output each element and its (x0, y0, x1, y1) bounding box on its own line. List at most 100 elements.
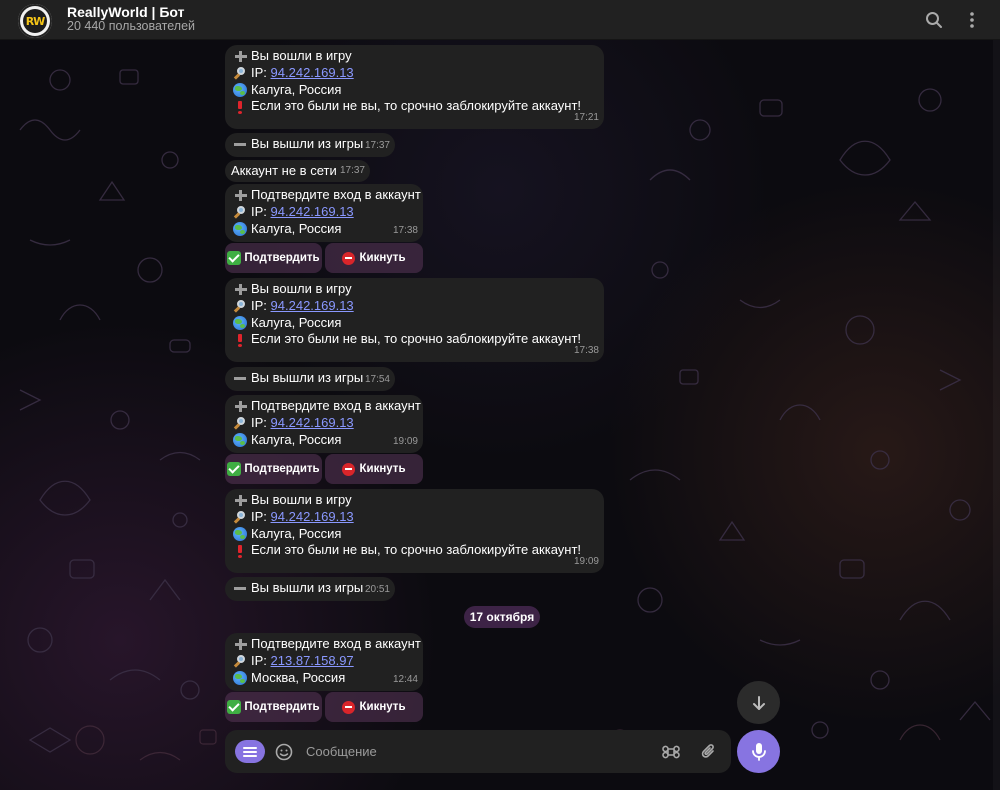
voice-record-button[interactable] (737, 730, 780, 773)
message-bubble[interactable]: Вы вошли в игру IP: 94.242.169.13 Калуга… (225, 278, 604, 362)
command-icon[interactable] (660, 741, 682, 763)
message-time: 17:37 (339, 165, 365, 177)
message-time: 20:51 (364, 584, 390, 596)
confirm-button[interactable]: Подтвердить (225, 454, 322, 484)
message-bubble[interactable]: Вы вошли в игру IP: 94.242.169.13 Калуга… (225, 489, 604, 573)
inline-keyboard: Подтвердить Кикнуть (225, 692, 423, 722)
magnifier-icon (233, 510, 247, 524)
message-bubble[interactable]: Вы вышли из игры 17:54 (225, 367, 395, 391)
kick-button[interactable]: Кикнуть (325, 454, 423, 484)
message-text: Вы вышли из игры (251, 580, 364, 596)
warning-text: Если это были не вы, то срочно заблокиру… (251, 542, 582, 558)
paperclip-icon[interactable] (698, 741, 720, 763)
more-vertical-icon[interactable] (961, 9, 983, 31)
exclamation-icon (233, 544, 247, 558)
avatar-text: RW (25, 14, 46, 28)
chat-header[interactable]: RW ReallyWorld | Бот 20 440 пользователе… (0, 0, 1000, 40)
check-icon (227, 700, 242, 714)
message-line: Вы вошли в игру (251, 48, 352, 64)
ip-label: IP: (251, 508, 267, 524)
globe-icon (233, 670, 247, 685)
globe-icon (233, 526, 247, 541)
message-time: 12:44 (392, 674, 418, 686)
avatar[interactable]: RW (18, 4, 52, 38)
confirm-label: Подтвердить (244, 701, 320, 713)
ip-label: IP: (251, 652, 267, 668)
message-bubble[interactable]: Вы вышли из игры 20:51 (225, 577, 395, 601)
message-bubble[interactable]: Подтвердите вход в аккаунт IP: 94.242.16… (225, 184, 423, 242)
message-bubble[interactable]: Вы вышли из игры 17:37 (225, 133, 395, 157)
message-time: 17:38 (392, 225, 418, 237)
message-text: Аккаунт не в сети (231, 163, 337, 179)
kick-button[interactable]: Кикнуть (325, 692, 423, 722)
message-time: 17:21 (573, 112, 599, 124)
message-line: Подтвердите вход в аккаунт (251, 636, 421, 652)
message-composer[interactable]: Сообщение (225, 730, 731, 773)
chat-background (0, 40, 1000, 790)
warning-text: Если это были не вы, то срочно заблокиру… (251, 331, 582, 347)
chat-title[interactable]: ReallyWorld | Бот (67, 4, 184, 20)
ip-label: IP: (251, 203, 267, 219)
message-bubble[interactable]: Подтвердите вход в аккаунт IP: 213.87.15… (225, 633, 423, 691)
ip-link[interactable]: 94.242.169.13 (271, 298, 354, 315)
globe-icon (233, 432, 247, 447)
scroll-down-button[interactable] (737, 681, 780, 724)
scrollbar[interactable] (993, 40, 1000, 790)
location-text: Калуга, Россия (251, 525, 342, 541)
message-time: 17:37 (364, 140, 390, 152)
kick-button[interactable]: Кикнуть (325, 243, 423, 273)
exclamation-icon (233, 333, 247, 347)
warning-text: Если это были не вы, то срочно заблокиру… (251, 98, 582, 114)
ip-link[interactable]: 94.242.169.13 (271, 415, 354, 432)
location-text: Калуга, Россия (251, 81, 342, 97)
kick-label: Кикнуть (359, 463, 406, 475)
ip-label: IP: (251, 64, 267, 80)
no-entry-icon (342, 462, 356, 476)
message-input[interactable]: Сообщение (306, 744, 377, 759)
message-bubble[interactable]: Аккаунт не в сети 17:37 (225, 160, 370, 182)
globe-icon (233, 82, 247, 97)
confirm-button[interactable]: Подтвердить (225, 243, 322, 273)
ip-label: IP: (251, 297, 267, 313)
date-separator[interactable]: 17 октября (464, 606, 540, 628)
no-entry-icon (342, 251, 356, 265)
message-line: Подтвердите вход в аккаунт (251, 398, 421, 414)
inline-keyboard: Подтвердить Кикнуть (225, 454, 423, 484)
check-icon (227, 251, 242, 265)
ip-link[interactable]: 94.242.169.13 (271, 65, 354, 82)
search-icon[interactable] (923, 9, 945, 31)
globe-icon (233, 221, 247, 236)
no-entry-icon (342, 700, 356, 714)
minus-icon (233, 581, 247, 595)
message-line: Подтвердите вход в аккаунт (251, 187, 421, 203)
location-text: Москва, Россия (251, 669, 346, 685)
plus-icon (233, 49, 247, 63)
plus-icon (233, 399, 247, 413)
message-time: 17:54 (364, 374, 390, 386)
doodle-pattern (19, 69, 991, 761)
confirm-label: Подтвердить (244, 463, 320, 475)
microphone-icon (751, 742, 766, 761)
bot-menu-button[interactable] (235, 740, 265, 763)
minus-icon (233, 137, 247, 151)
ip-link[interactable]: 94.242.169.13 (271, 509, 354, 526)
magnifier-icon (233, 299, 247, 313)
confirm-label: Подтвердить (244, 252, 320, 264)
confirm-button[interactable]: Подтвердить (225, 692, 322, 722)
ip-link[interactable]: 213.87.158.97 (271, 653, 354, 670)
ip-link[interactable]: 94.242.169.13 (271, 204, 354, 221)
kick-label: Кикнуть (359, 701, 406, 713)
emoji-icon[interactable] (273, 741, 295, 763)
message-time: 19:09 (573, 556, 599, 568)
message-bubble[interactable]: Подтвердите вход в аккаунт IP: 94.242.16… (225, 395, 423, 453)
magnifier-icon (233, 416, 247, 430)
message-text: Вы вышли из игры (251, 370, 364, 386)
message-bubble[interactable]: Вы вошли в игру IP: 94.242.169.13 Калуга… (225, 45, 604, 129)
magnifier-icon (233, 654, 247, 668)
menu-icon (243, 746, 257, 757)
message-text: Вы вышли из игры (251, 136, 364, 152)
message-line: Вы вошли в игру (251, 281, 352, 297)
magnifier-icon (233, 205, 247, 219)
location-text: Калуга, Россия (251, 220, 342, 236)
exclamation-icon (233, 100, 247, 114)
